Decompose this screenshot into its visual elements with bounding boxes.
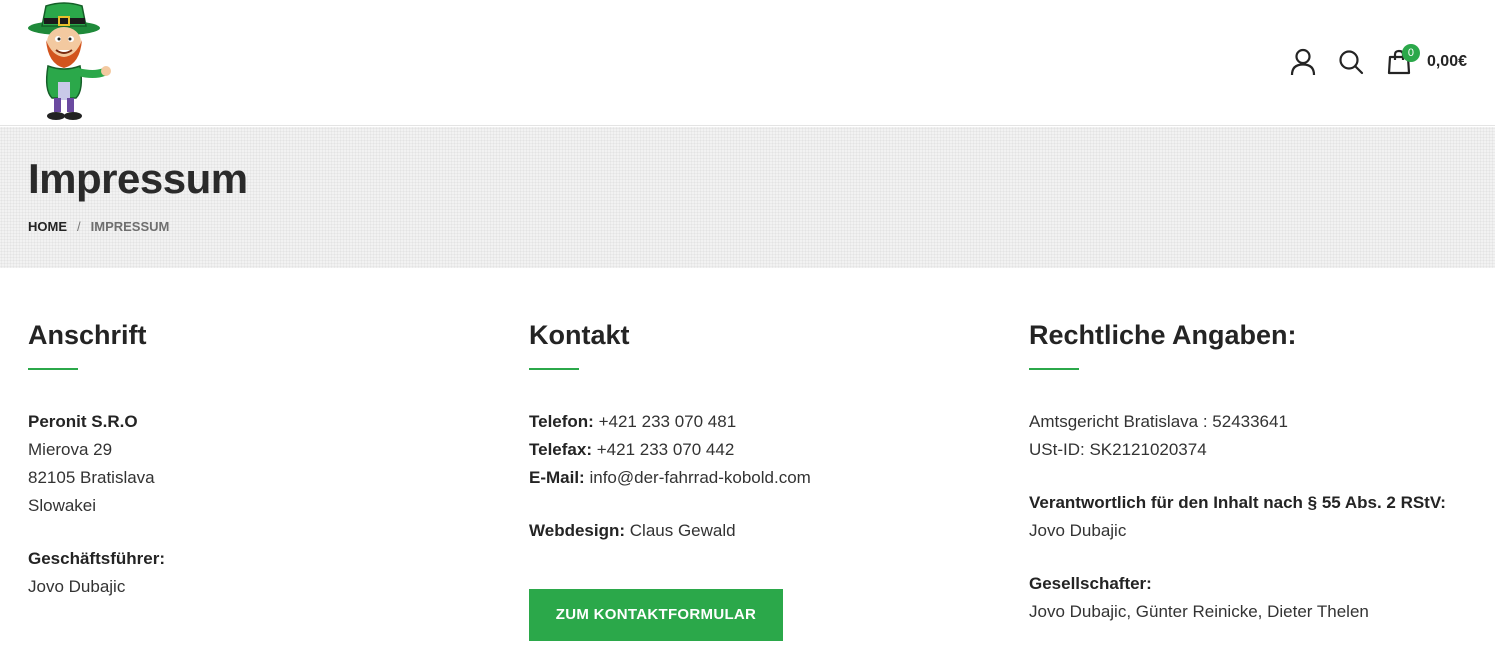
partners-names: Jovo Dubajic, Günter Reinicke, Dieter Th… bbox=[1029, 602, 1369, 621]
kontakt-section: Kontakt Telefon: +421 233 070 481 Telefa… bbox=[529, 318, 999, 641]
phone-label: Telefon: bbox=[529, 412, 594, 431]
fax-label: Telefax: bbox=[529, 440, 592, 459]
site-header: 0 0,00€ bbox=[0, 0, 1495, 126]
page-title-band: Impressum Home / Impressum bbox=[0, 127, 1495, 268]
site-logo[interactable] bbox=[24, 2, 114, 124]
legal-body: Amtsgericht Bratislava : 52433641 USt-ID… bbox=[1029, 408, 1495, 626]
anschrift-body: Peronit S.R.O Mierova 29 82105 Bratislav… bbox=[28, 408, 498, 601]
breadcrumb-separator: / bbox=[77, 219, 81, 234]
page-title: Impressum bbox=[28, 155, 248, 202]
responsible-name: Jovo Dubajic bbox=[1029, 521, 1127, 540]
contact-form-button[interactable]: Zum Kontaktformular bbox=[529, 589, 783, 641]
responsible-label: Verantwortlich für den Inhalt nach § 55 … bbox=[1029, 493, 1446, 512]
legal-divider bbox=[1029, 368, 1079, 370]
user-account-icon[interactable] bbox=[1288, 47, 1318, 77]
search-icon[interactable] bbox=[1336, 47, 1366, 77]
company-name: Peronit S.R.O bbox=[28, 412, 138, 431]
cart-count-badge: 0 bbox=[1401, 44, 1420, 62]
breadcrumb-current: Impressum bbox=[90, 219, 170, 234]
cart-button[interactable]: 0 0,00€ bbox=[1384, 44, 1467, 77]
anschrift-section: Anschrift Peronit S.R.O Mierova 29 82105… bbox=[28, 318, 498, 601]
breadcrumb: Home / Impressum bbox=[28, 219, 169, 234]
manager-name: Jovo Dubajic bbox=[28, 577, 126, 596]
city: 82105 Bratislava bbox=[28, 468, 155, 487]
court-registration: Amtsgericht Bratislava : 52433641 bbox=[1029, 412, 1288, 431]
anschrift-title: Anschrift bbox=[28, 320, 147, 350]
legal-title: Rechtliche Angaben: bbox=[1029, 320, 1297, 350]
kontakt-body: Telefon: +421 233 070 481 Telefax: +421 … bbox=[529, 408, 999, 545]
street: Mierova 29 bbox=[28, 440, 113, 459]
anschrift-divider bbox=[28, 368, 78, 370]
country: Slowakei bbox=[28, 496, 97, 515]
fax-value: +421 233 070 442 bbox=[596, 440, 735, 459]
partners-label: Gesellschafter: bbox=[1029, 574, 1152, 593]
kontakt-divider bbox=[529, 368, 579, 370]
phone-value[interactable]: +421 233 070 481 bbox=[599, 412, 737, 431]
leprechaun-logo-icon bbox=[28, 2, 111, 120]
cart-total: 0,00€ bbox=[1426, 53, 1467, 70]
email-value[interactable]: info@der-fahrrad-kobold.com bbox=[589, 468, 810, 487]
legal-section: Rechtliche Angaben: Amtsgericht Bratisla… bbox=[1029, 318, 1495, 626]
webdesign-label: Webdesign: bbox=[529, 521, 626, 540]
cart-icon-wrap: 0 bbox=[1384, 44, 1420, 77]
header-actions: 0 0,00€ bbox=[1288, 42, 1467, 82]
breadcrumb-home-link[interactable]: Home bbox=[28, 219, 67, 234]
manager-label: Geschäftsführer: bbox=[28, 549, 165, 568]
webdesign-value: Claus Gewald bbox=[629, 521, 736, 540]
kontakt-title: Kontakt bbox=[529, 320, 630, 350]
vat-id: USt-ID: SK2121020374 bbox=[1029, 440, 1207, 459]
email-label: E-Mail: bbox=[529, 468, 585, 487]
